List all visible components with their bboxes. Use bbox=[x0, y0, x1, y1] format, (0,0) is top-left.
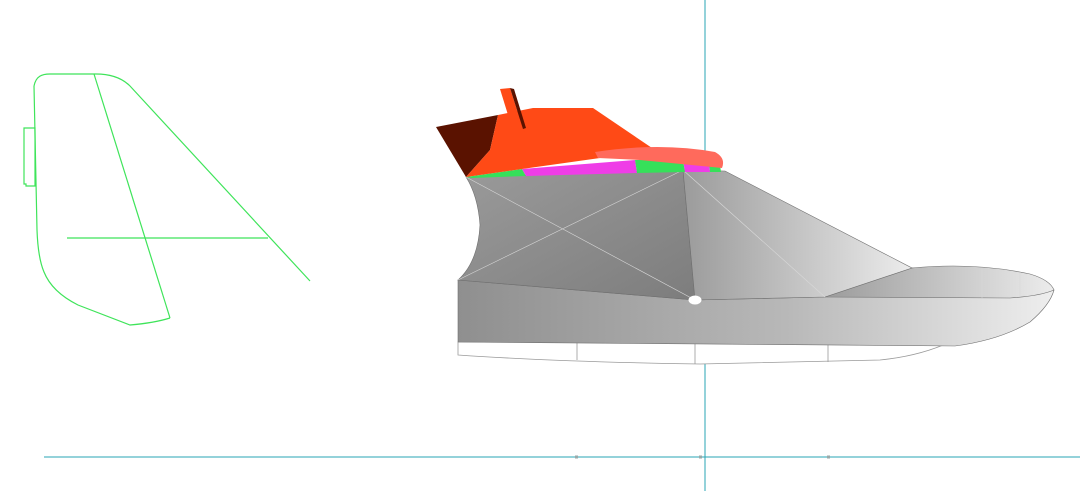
axis-tick-mark bbox=[699, 455, 702, 459]
model-scene[interactable] bbox=[0, 0, 1080, 491]
fin-wireframe[interactable] bbox=[23, 73, 311, 326]
fin-tab bbox=[23, 127, 36, 187]
axis-tick-mark bbox=[827, 455, 830, 459]
fin-leading-edge bbox=[33, 85, 171, 326]
origin-marker-icon bbox=[688, 295, 702, 305]
fin-spar-line bbox=[93, 73, 171, 319]
hull-model[interactable] bbox=[436, 88, 1055, 365]
axis-tick-mark bbox=[575, 455, 578, 459]
cad-viewport[interactable] bbox=[0, 0, 1080, 491]
fin-outline bbox=[33, 73, 311, 282]
upper-hull-left-face bbox=[457, 169, 696, 301]
